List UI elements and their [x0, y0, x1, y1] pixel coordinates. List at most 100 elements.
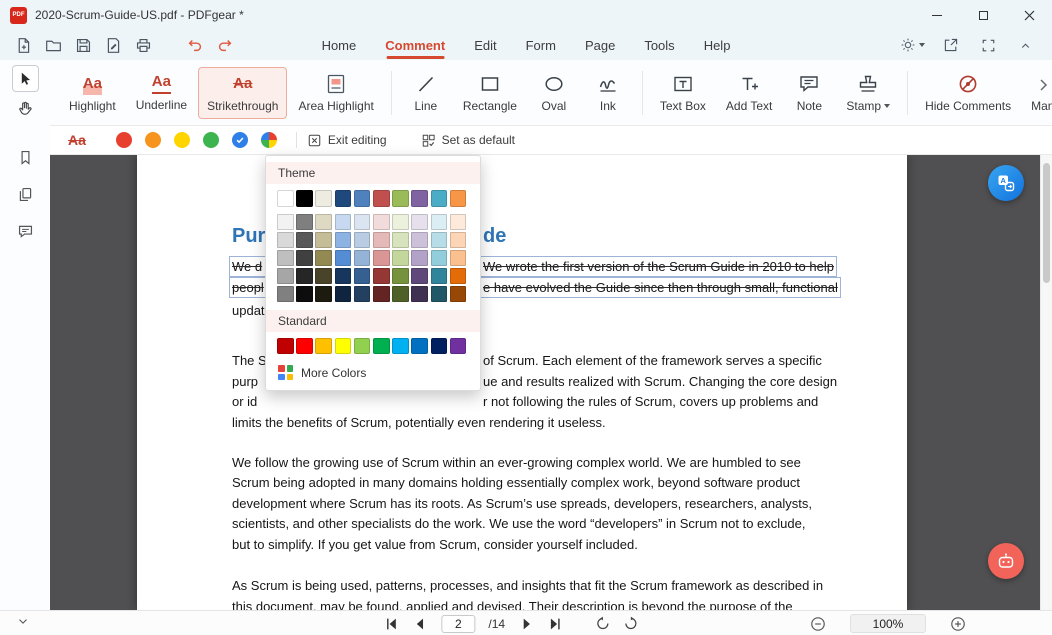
undo-button[interactable]: [184, 34, 206, 56]
last-page-button[interactable]: [547, 616, 563, 632]
manage-comments-button[interactable]: Manage Co: [1022, 67, 1052, 119]
standard-color-swatch[interactable]: [354, 338, 371, 355]
tab-help[interactable]: Help: [704, 30, 731, 60]
highlight-button[interactable]: Aa Highlight: [60, 67, 125, 119]
tint-swatch[interactable]: [277, 214, 294, 230]
tint-swatch[interactable]: [392, 268, 409, 284]
select-tool-button[interactable]: [12, 65, 39, 92]
color-green-button[interactable]: [203, 132, 219, 148]
theme-color-swatch[interactable]: [277, 190, 294, 207]
tint-swatch[interactable]: [450, 214, 467, 230]
rotate-right-button[interactable]: [623, 616, 638, 631]
tint-swatch[interactable]: [411, 268, 428, 284]
tint-swatch[interactable]: [315, 268, 332, 284]
theme-color-swatch[interactable]: [411, 190, 428, 207]
line-tool-button[interactable]: Line: [400, 67, 452, 119]
first-page-button[interactable]: [383, 616, 399, 632]
theme-color-swatch[interactable]: [335, 190, 352, 207]
tint-swatch[interactable]: [354, 232, 371, 248]
tint-swatch[interactable]: [335, 286, 352, 302]
tab-comment[interactable]: Comment: [385, 30, 445, 60]
previous-page-button[interactable]: [412, 616, 428, 632]
standard-color-swatch[interactable]: [373, 338, 390, 355]
theme-color-swatch[interactable]: [296, 190, 313, 207]
tint-swatch[interactable]: [277, 232, 294, 248]
thumbnails-panel-button[interactable]: [17, 186, 34, 203]
tint-swatch[interactable]: [373, 286, 390, 302]
theme-color-swatch[interactable]: [354, 190, 371, 207]
tint-swatch[interactable]: [373, 250, 390, 266]
rotate-left-button[interactable]: [595, 616, 610, 631]
active-tool-icon[interactable]: Aa: [68, 132, 86, 148]
standard-color-swatch[interactable]: [450, 338, 467, 355]
add-text-button[interactable]: Add Text: [717, 67, 781, 119]
rectangle-tool-button[interactable]: Rectangle: [454, 67, 526, 119]
more-colors-button[interactable]: More Colors: [277, 361, 469, 382]
tint-swatch[interactable]: [354, 214, 371, 230]
next-page-button[interactable]: [518, 616, 534, 632]
oval-tool-button[interactable]: Oval: [528, 67, 580, 119]
standard-color-swatch[interactable]: [335, 338, 352, 355]
zoom-in-button[interactable]: [950, 616, 966, 632]
standard-color-swatch[interactable]: [315, 338, 332, 355]
tint-swatch[interactable]: [315, 250, 332, 266]
tab-form[interactable]: Form: [526, 30, 556, 60]
color-orange-button[interactable]: [145, 132, 161, 148]
tab-page[interactable]: Page: [585, 30, 615, 60]
comments-panel-button[interactable]: [17, 223, 34, 240]
tint-swatch[interactable]: [354, 268, 371, 284]
tint-swatch[interactable]: [431, 232, 448, 248]
standard-color-swatch[interactable]: [277, 338, 294, 355]
tint-swatch[interactable]: [335, 250, 352, 266]
tint-swatch[interactable]: [373, 268, 390, 284]
zoom-out-button[interactable]: [810, 616, 826, 632]
standard-color-swatch[interactable]: [296, 338, 313, 355]
close-button[interactable]: [1006, 0, 1052, 30]
save-button[interactable]: [72, 34, 94, 56]
tint-swatch[interactable]: [315, 286, 332, 302]
theme-color-swatch[interactable]: [373, 190, 390, 207]
standard-color-swatch[interactable]: [392, 338, 409, 355]
tint-swatch[interactable]: [431, 214, 448, 230]
custom-color-button[interactable]: [261, 132, 277, 148]
area-highlight-button[interactable]: Area Highlight: [289, 67, 382, 119]
tint-swatch[interactable]: [277, 268, 294, 284]
tint-swatch[interactable]: [411, 250, 428, 266]
theme-color-swatch[interactable]: [315, 190, 332, 207]
maximize-button[interactable]: [960, 0, 1006, 30]
tint-swatch[interactable]: [373, 232, 390, 248]
tab-home[interactable]: Home: [322, 30, 357, 60]
bookmarks-panel-button[interactable]: [17, 149, 34, 166]
open-file-button[interactable]: [42, 34, 64, 56]
tint-swatch[interactable]: [296, 250, 313, 266]
color-red-button[interactable]: [116, 132, 132, 148]
tint-swatch[interactable]: [373, 214, 390, 230]
redo-button[interactable]: [214, 34, 236, 56]
tint-swatch[interactable]: [296, 214, 313, 230]
tint-swatch[interactable]: [392, 214, 409, 230]
tint-swatch[interactable]: [335, 214, 352, 230]
strikethrough-button[interactable]: Aa Strikethrough: [198, 67, 287, 119]
ribbon-overflow-button[interactable]: [1038, 78, 1049, 92]
page-number-input[interactable]: 2: [441, 615, 475, 633]
theme-color-swatch[interactable]: [450, 190, 467, 207]
tint-swatch[interactable]: [450, 286, 467, 302]
tint-swatch[interactable]: [277, 250, 294, 266]
collapse-ribbon-button[interactable]: [1014, 34, 1036, 56]
tint-swatch[interactable]: [411, 232, 428, 248]
tint-swatch[interactable]: [354, 250, 371, 266]
tint-swatch[interactable]: [450, 268, 467, 284]
theme-color-swatch[interactable]: [431, 190, 448, 207]
tint-swatch[interactable]: [431, 268, 448, 284]
pdf-page[interactable]: Pur de We dWe wrote the first version of…: [137, 155, 907, 610]
tab-tools[interactable]: Tools: [644, 30, 674, 60]
vertical-scrollbar[interactable]: [1040, 155, 1052, 610]
ai-translate-button[interactable]: A: [988, 165, 1024, 201]
exit-editing-button[interactable]: Exit editing: [307, 133, 387, 148]
stamp-button[interactable]: Stamp: [837, 67, 899, 119]
tint-swatch[interactable]: [392, 232, 409, 248]
underline-button[interactable]: Aa Underline: [127, 67, 196, 118]
tint-swatch[interactable]: [431, 286, 448, 302]
color-blue-button-selected[interactable]: [232, 132, 248, 148]
share-button[interactable]: [940, 34, 962, 56]
